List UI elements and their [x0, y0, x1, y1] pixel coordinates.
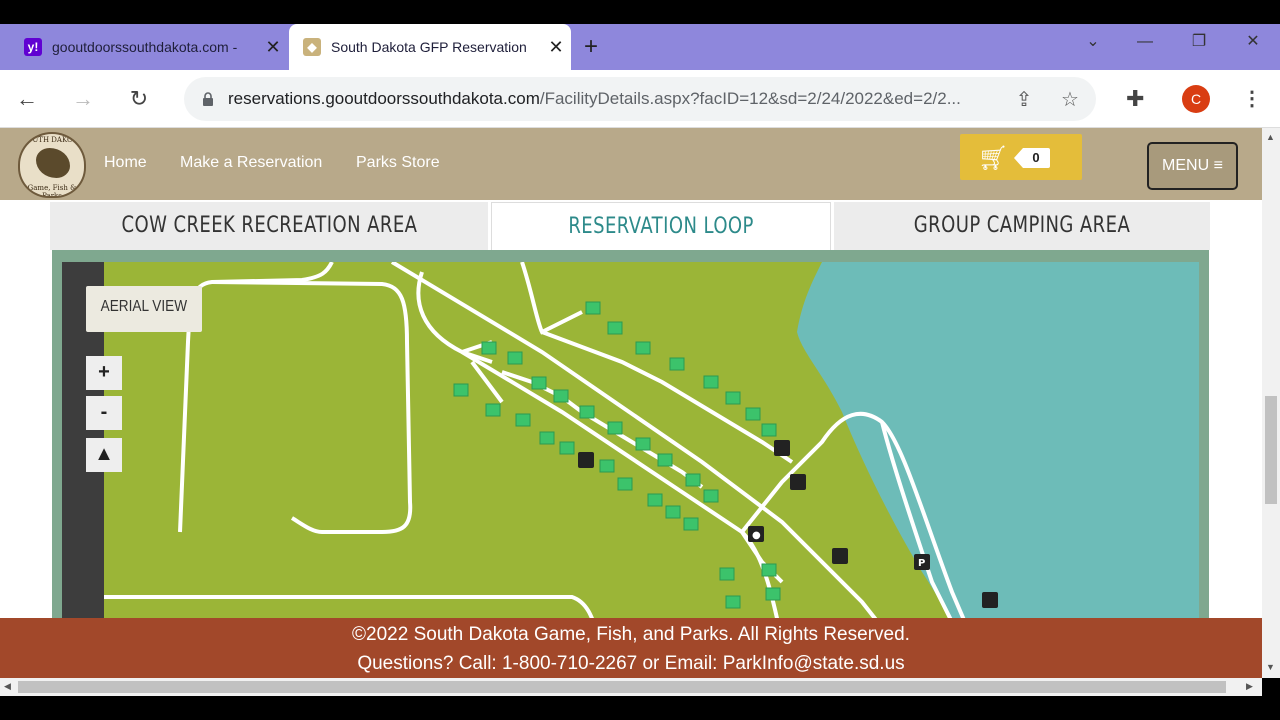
- tab-search-icon[interactable]: ⌄: [1068, 24, 1118, 60]
- horizontal-scrollbar[interactable]: ◀ ▶: [0, 678, 1262, 696]
- shelter-icon: [790, 474, 806, 490]
- restroom-icon: [774, 440, 790, 456]
- yahoo-favicon-icon: y!: [24, 38, 42, 56]
- close-tab-icon[interactable]: ✕: [258, 37, 288, 58]
- logo-text-top: SOUTH DAKOTA: [21, 136, 83, 144]
- share-icon[interactable]: ⇪: [1012, 88, 1036, 112]
- lock-icon: [203, 92, 213, 106]
- pheasant-icon: [36, 148, 70, 178]
- browser-menu-icon[interactable]: ⋮: [1242, 84, 1262, 114]
- tab-reservation-loop[interactable]: RESERVATION LOOP: [491, 202, 831, 250]
- sdgfp-logo[interactable]: SOUTH DAKOTA Game, Fish & Parks: [18, 132, 86, 198]
- north-arrow-button[interactable]: ▲: [86, 438, 122, 472]
- scroll-right-icon[interactable]: ▶: [1246, 681, 1253, 692]
- extensions-puzzle-icon[interactable]: ✚: [1126, 86, 1144, 112]
- profile-avatar[interactable]: C: [1182, 85, 1210, 113]
- boat-ramp-icon: [982, 592, 998, 608]
- map-graphic: P ●: [102, 262, 1199, 678]
- bookmark-star-icon[interactable]: ☆: [1058, 88, 1082, 112]
- close-tab-icon[interactable]: ✕: [541, 37, 571, 58]
- url-path: /FacilityDetails.aspx?facID=12&sd=2/24/2…: [539, 89, 961, 108]
- footer-contact: Questions? Call: 1-800-710-2267 or Email…: [357, 653, 905, 674]
- water-drop-glyph: ●: [752, 530, 761, 541]
- letterbox-top: [0, 0, 1280, 24]
- area-tabs: COW CREEK RECREATION AREA RESERVATION LO…: [50, 202, 1210, 250]
- rv-dump-icon: [832, 548, 848, 564]
- tab-label: RESERVATION LOOP: [568, 214, 754, 239]
- address-bar[interactable]: reservations.gooutdoorssouthdakota.com/F…: [184, 77, 1096, 121]
- close-window-icon[interactable]: ✕: [1228, 24, 1278, 60]
- forward-icon[interactable]: →: [66, 82, 100, 116]
- scroll-thumb[interactable]: [18, 681, 1226, 693]
- nav-make-reservation[interactable]: Make a Reservation: [180, 154, 322, 172]
- cart-count: 0: [1014, 148, 1050, 168]
- zoom-out-button[interactable]: -: [86, 396, 122, 430]
- url-host: reservations.gooutdoorssouthdakota.com: [228, 89, 540, 108]
- letterbox-bottom: [0, 696, 1280, 720]
- toolbar: ← → ↻ reservations.gooutdoorssouthdakota…: [0, 70, 1280, 128]
- tab-group-camping[interactable]: GROUP CAMPING AREA: [834, 202, 1210, 250]
- footer-copyright: ©2022 South Dakota Game, Fish, and Parks…: [352, 624, 910, 645]
- logo-text-bottom: Game, Fish & Parks: [27, 184, 77, 198]
- cart-button[interactable]: 🛒︎ 0: [960, 134, 1082, 180]
- sdgfp-favicon-icon: ◆: [303, 38, 321, 56]
- tab-label: COW CREEK RECREATION AREA: [121, 213, 417, 238]
- aerial-view-button[interactable]: AERIAL VIEW: [86, 286, 202, 332]
- tab-sdgfp[interactable]: ◆ South Dakota GFP Reservation ✕: [289, 24, 571, 70]
- url-text: reservations.gooutdoorssouthdakota.com/F…: [228, 89, 1008, 109]
- minimize-icon[interactable]: —: [1120, 24, 1170, 60]
- restroom-icon: [578, 452, 594, 468]
- cart-icon: 🛒︎: [978, 145, 1009, 172]
- scroll-thumb[interactable]: [1265, 396, 1277, 504]
- nav-home[interactable]: Home: [104, 154, 147, 172]
- campground-map[interactable]: P ● AERIAL VIEW + - ▲: [62, 262, 1199, 678]
- tab-label: GROUP CAMPING AREA: [913, 213, 1131, 238]
- page-viewport: SOUTH DAKOTA Game, Fish & Parks Home Mak…: [0, 128, 1262, 678]
- restore-icon[interactable]: ❐: [1174, 24, 1224, 60]
- nav-parks-store[interactable]: Parks Store: [356, 154, 440, 172]
- tab-cow-creek[interactable]: COW CREEK RECREATION AREA: [50, 202, 488, 250]
- lake: [797, 262, 1199, 678]
- tab-title: South Dakota GFP Reservation: [331, 39, 527, 55]
- aerial-view-label: AERIAL VIEW: [100, 298, 188, 315]
- browser-window: y! gooutdoorssouthdakota.com - ✕ ◆ South…: [0, 0, 1280, 720]
- site-footer: ©2022 South Dakota Game, Fish, and Parks…: [0, 618, 1262, 678]
- new-tab-button[interactable]: +: [584, 24, 598, 70]
- back-icon[interactable]: ←: [10, 82, 44, 116]
- scroll-down-icon[interactable]: ▼: [1266, 662, 1275, 672]
- tab-strip: y! gooutdoorssouthdakota.com - ✕ ◆ South…: [0, 24, 1280, 70]
- menu-button[interactable]: MENU ≡: [1147, 142, 1238, 190]
- tab-title: gooutdoorssouthdakota.com -: [52, 39, 238, 55]
- site-header: SOUTH DAKOTA Game, Fish & Parks Home Mak…: [0, 128, 1262, 200]
- reload-icon[interactable]: ↻: [122, 82, 156, 116]
- tab-yahoo[interactable]: y! gooutdoorssouthdakota.com - ✕: [10, 24, 288, 70]
- map-container: P ● AERIAL VIEW + - ▲: [52, 250, 1209, 678]
- parking-glyph: P: [918, 558, 925, 569]
- campsite-markers: [453, 301, 781, 609]
- scroll-up-icon[interactable]: ▲: [1266, 132, 1275, 142]
- vertical-scrollbar[interactable]: ▲ ▼: [1262, 128, 1280, 678]
- scroll-left-icon[interactable]: ◀: [4, 681, 11, 692]
- zoom-in-button[interactable]: +: [86, 356, 122, 390]
